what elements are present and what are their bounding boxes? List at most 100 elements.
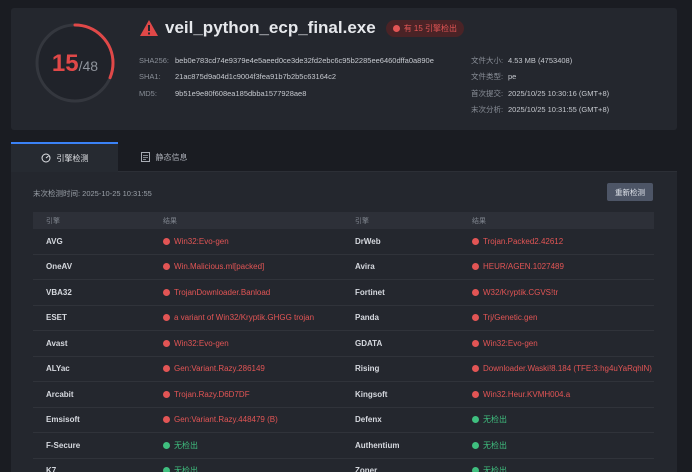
alert-icon [472, 390, 479, 398]
threat-result: Trojan.Packed2.42612 [472, 237, 654, 246]
result-text: Trj/Genetic.gen [483, 313, 538, 323]
result-text: HEUR/AGEN.1027489 [483, 262, 564, 272]
meta-key: 文件大小: [471, 55, 504, 65]
engine-name: DrWeb [355, 236, 381, 246]
result-text: Downloader.Waski!8.184 (TFE:3:hg4uYaRqhl… [483, 364, 652, 374]
engine-cell: Kingsoft [342, 390, 459, 399]
table-row: ALYac Gen:Variant.Razy.286149 Rising Downlo… [33, 357, 654, 382]
hash-value[interactable]: 21ac875d9a04d1c9004f3fea91b7b2b5c63164c2 [175, 72, 336, 81]
table-row: ESET a variant of Win32/Kryptik.GHGG troj… [33, 306, 654, 331]
hash-key: MD5: [139, 88, 157, 98]
check-icon [472, 467, 479, 472]
clean-result: 无检出 [472, 441, 654, 450]
result-text: Gen:Variant.Razy.286149 [174, 364, 265, 374]
result-cell: TrojanDownloader.Banload [150, 288, 342, 297]
engine-cell: VBA32 [33, 288, 150, 297]
file-meta-list: 文件大小: 4.53 MB (4753408) 文件类型: pe 首次提交: 2… [471, 52, 609, 118]
result-cell: Win32:Evo-gen [150, 339, 342, 348]
result-text: Win32:Evo-gen [174, 236, 229, 246]
result-text: 无检出 [483, 466, 507, 472]
rescan-button[interactable]: 重新检测 [607, 183, 653, 201]
document-icon [140, 152, 150, 162]
column-header-result: 结果 [472, 217, 486, 225]
table-row: K7 无检出 Zoner 无检出 [33, 459, 654, 472]
engine-cell: Fortinet [342, 288, 459, 297]
meta-value: pe [508, 72, 517, 82]
tab-engine-detection[interactable]: 引擎检测 [11, 142, 118, 172]
engine-name: K7 [46, 466, 57, 472]
result-cell: 无检出 [150, 441, 342, 450]
file-name-title: veil_python_ecp_final.exe [165, 18, 376, 37]
table-row: Avast Win32:Evo-gen GDATA Win32:Evo-gen [33, 331, 654, 357]
check-icon [472, 441, 479, 449]
clean-result: 无检出 [472, 466, 654, 472]
engine-name: Kingsoft [355, 389, 388, 399]
alert-icon [472, 237, 479, 245]
meta-value: 4.53 MB (4753408) [508, 55, 573, 65]
result-cell: a variant of Win32/Kryptik.GHGG trojan [150, 313, 342, 322]
table-row: VBA32 TrojanDownloader.Banload Fortinet W32… [33, 280, 654, 306]
detection-badge-label: 有 15 引擎检出 [403, 23, 458, 33]
last-scan-time: 末次检测时间: 2025-10-25 10:31:55 [33, 189, 152, 198]
threat-result: Win32:Evo-gen [472, 339, 654, 348]
engine-detection-panel: 末次检测时间: 2025-10-25 10:31:55 重新检测 引擎 结果 引… [11, 172, 677, 472]
engine-name: ESET [46, 313, 67, 323]
engine-cell: ALYac [33, 364, 150, 373]
hash-row-sha256: SHA256: beb0e783cd74e9379e4e5aeed0ce3de3… [139, 52, 434, 69]
engine-name: Panda [355, 313, 380, 323]
tab-static-info[interactable]: 静态信息 [119, 142, 209, 172]
engine-cell: DrWeb [342, 237, 459, 246]
threat-result: Win32:Evo-gen [163, 339, 342, 348]
tab-label: 静态信息 [155, 152, 188, 162]
alert-icon [472, 314, 479, 322]
engine-name: Avira [355, 262, 375, 272]
engine-name: F-Secure [46, 440, 81, 450]
result-text: Win32:Evo-gen [483, 338, 538, 348]
threat-result: HEUR/AGEN.1027489 [472, 262, 654, 271]
alert-icon [163, 237, 170, 245]
clean-result: 无检出 [163, 441, 342, 450]
engine-cell: K7 [33, 466, 150, 472]
engine-cell: F-Secure [33, 441, 150, 450]
check-icon [163, 467, 170, 472]
engine-total: /48 [78, 58, 99, 74]
threat-result: W32/Kryptik.CGVS!tr [472, 288, 654, 297]
meta-row-first-submit: 首次提交: 2025/10/25 10:30:16 (GMT+8) [471, 85, 609, 102]
engine-name: AVG [46, 236, 63, 246]
table-row: F-Secure 无检出 Authentium 无检出 [33, 433, 654, 459]
alert-icon [163, 416, 170, 424]
engine-cell: Emsisoft [33, 415, 150, 424]
hash-value[interactable]: 9b51e9e80f608ea185dbba1577928ae8 [175, 89, 306, 98]
alert-icon [472, 263, 479, 271]
check-icon [472, 416, 479, 424]
tab-label: 引擎检测 [56, 153, 89, 163]
engine-name: ALYac [46, 364, 70, 374]
alert-icon [163, 288, 170, 296]
table-row: OneAV Win.Malicious.ml[packed] Avira HEUR/A… [33, 255, 654, 280]
result-text: 无检出 [483, 415, 507, 425]
engine-name: Emsisoft [46, 415, 80, 425]
meta-value: 2025/10/25 10:30:16 (GMT+8) [508, 88, 610, 98]
meta-row-last-analysis: 末次分析: 2025/10/25 10:31:55 (GMT+8) [471, 102, 609, 119]
result-cell: 无检出 [459, 415, 654, 424]
engine-results-table: 引擎 结果 引擎 结果 AVG Win32:Evo-gen DrWeb Trojan.… [33, 212, 654, 472]
gauge-icon [41, 153, 50, 163]
hash-value[interactable]: beb0e783cd74e9379e4e5aeed0ce3de32fd2ebc6… [175, 56, 434, 65]
engine-name: GDATA [355, 338, 383, 348]
result-text: 无检出 [174, 466, 198, 472]
result-text: Win32.Heur.KVMH004.a [483, 389, 571, 399]
result-cell: 无检出 [150, 466, 342, 472]
alert-icon [163, 390, 170, 398]
alert-icon [163, 365, 170, 373]
threat-result: Trj/Genetic.gen [472, 313, 654, 322]
table-header: 引擎 结果 引擎 结果 [33, 212, 654, 229]
hash-row-md5: MD5: 9b51e9e80f608ea185dbba1577928ae8 [139, 85, 434, 102]
result-text: Win.Malicious.ml[packed] [174, 262, 265, 272]
result-text: Gen:Variant.Razy.448479 (B) [174, 415, 278, 425]
alert-icon [472, 288, 479, 296]
engine-cell: Panda [342, 313, 459, 322]
column-header-engine: 引擎 [46, 217, 60, 225]
engine-name: Fortinet [355, 287, 385, 297]
file-summary-card: 15/48 veil_python_ecp_final.exe 有 15 引擎检… [11, 8, 677, 130]
result-cell: Trj/Genetic.gen [459, 313, 654, 322]
